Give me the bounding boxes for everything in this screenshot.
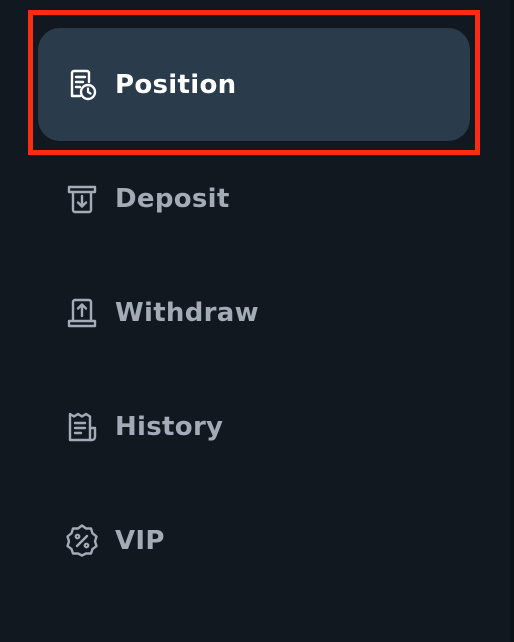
receipt-clock-icon <box>65 68 99 102</box>
sidebar-item-position[interactable]: Position <box>38 28 470 141</box>
sidebar-item-label: History <box>115 411 224 442</box>
sidebar-panel: Position Deposit Withdraw History VIP <box>0 0 514 642</box>
sidebar-item-withdraw[interactable]: Withdraw <box>38 256 470 369</box>
history-receipt-icon <box>65 410 99 444</box>
sidebar-edge <box>510 0 514 642</box>
vip-badge-icon <box>65 523 99 558</box>
sidebar-item-label: Deposit <box>115 183 230 214</box>
sidebar-item-deposit[interactable]: Deposit <box>38 142 470 255</box>
sidebar-item-vip[interactable]: VIP <box>38 484 470 597</box>
sidebar-item-label: VIP <box>115 525 165 556</box>
sidebar-item-label: Position <box>115 69 237 100</box>
deposit-icon <box>65 182 99 216</box>
sidebar-item-label: Withdraw <box>115 297 259 328</box>
sidebar-item-history[interactable]: History <box>38 370 470 483</box>
withdraw-icon <box>65 296 99 330</box>
